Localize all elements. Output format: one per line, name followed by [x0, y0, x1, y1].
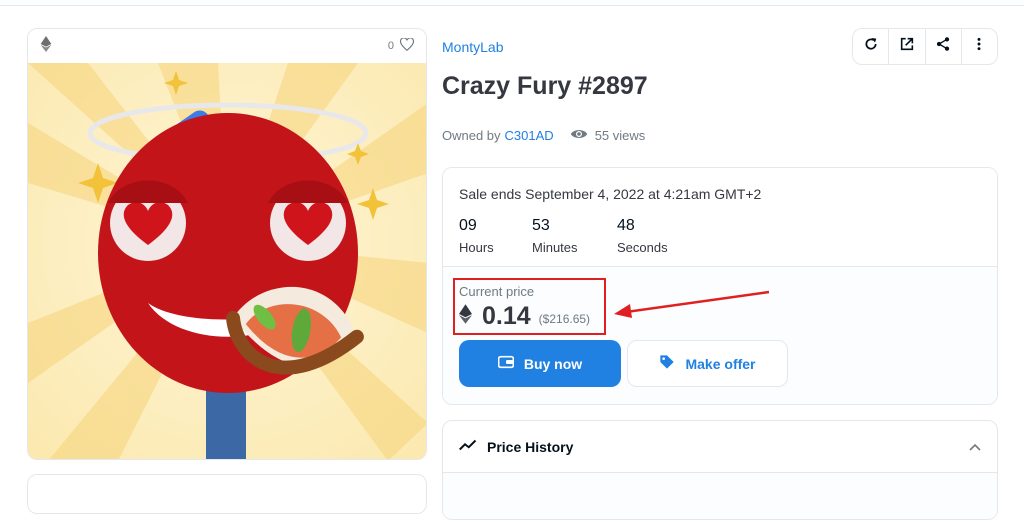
timer-minutes: 53 Minutes: [532, 217, 617, 255]
favorite-control[interactable]: 0: [387, 37, 415, 54]
item-title: Crazy Fury #2897: [442, 72, 648, 100]
nft-artwork-image[interactable]: [28, 63, 427, 460]
timer-hours: 09 Hours: [459, 217, 532, 255]
timer-hours-value: 09: [459, 217, 477, 234]
trend-icon: [459, 438, 477, 456]
timer-seconds-value: 48: [617, 217, 635, 234]
timer-hours-label: Hours: [459, 240, 494, 255]
share-icon: [935, 36, 951, 57]
owner-link[interactable]: C301AD: [505, 128, 554, 143]
secondary-card: [27, 474, 427, 514]
buy-now-label: Buy now: [523, 355, 583, 372]
buy-now-button[interactable]: Buy now: [459, 340, 621, 387]
timer-minutes-value: 53: [532, 217, 550, 234]
views-text: 55 views: [594, 128, 646, 143]
annotation-arrow: [614, 290, 770, 318]
refresh-button[interactable]: [853, 29, 890, 64]
top-bar-edge: [0, 0, 1024, 6]
tag-icon: [659, 354, 675, 373]
timer-seconds-label: Seconds: [617, 240, 668, 255]
heart-icon[interactable]: [399, 37, 415, 54]
open-external-button[interactable]: [889, 29, 926, 64]
price-history-title: Price History: [487, 438, 574, 455]
owner-prefix: Owned by: [442, 128, 501, 143]
make-offer-button[interactable]: Make offer: [627, 340, 788, 387]
eye-icon: [570, 128, 588, 143]
owner-row: Owned by C301AD 55 views: [442, 128, 645, 143]
chevron-up-icon[interactable]: [969, 438, 981, 456]
share-button[interactable]: [926, 29, 962, 64]
card-header: 0: [28, 29, 426, 63]
price-row: 0.14 ($216.65): [459, 302, 590, 331]
collection-link[interactable]: MontyLab: [442, 39, 503, 55]
timer-seconds: 48 Seconds: [617, 217, 690, 255]
more-options-button[interactable]: [962, 29, 997, 64]
countdown-timer: 09 Hours 53 Minutes 48 Seconds: [459, 217, 981, 255]
nft-image-card: 0: [27, 28, 427, 460]
ethereum-icon: [40, 35, 52, 57]
price-value: 0.14: [482, 302, 531, 330]
price-history-header[interactable]: Price History: [443, 421, 997, 473]
sale-panel: Sale ends September 4, 2022 at 4:21am GM…: [442, 167, 998, 405]
refresh-icon: [863, 36, 879, 57]
price-history-body: [443, 473, 997, 519]
favorites-count: 0: [387, 40, 394, 52]
item-toolbar: [852, 28, 998, 65]
timer-minutes-label: Minutes: [532, 240, 578, 255]
external-link-icon: [899, 36, 915, 57]
more-icon: [971, 36, 987, 57]
make-offer-label: Make offer: [685, 355, 756, 372]
views-count: 55 views: [570, 128, 646, 143]
wallet-icon: [497, 355, 514, 372]
ethereum-icon: [459, 304, 472, 329]
current-price-label: Current price: [459, 284, 535, 299]
price-usd: ($216.65): [538, 311, 591, 326]
sale-timer-section: Sale ends September 4, 2022 at 4:21am GM…: [443, 168, 997, 267]
price-history-panel: Price History: [442, 420, 998, 520]
sale-ends-text: Sale ends September 4, 2022 at 4:21am GM…: [459, 186, 762, 202]
